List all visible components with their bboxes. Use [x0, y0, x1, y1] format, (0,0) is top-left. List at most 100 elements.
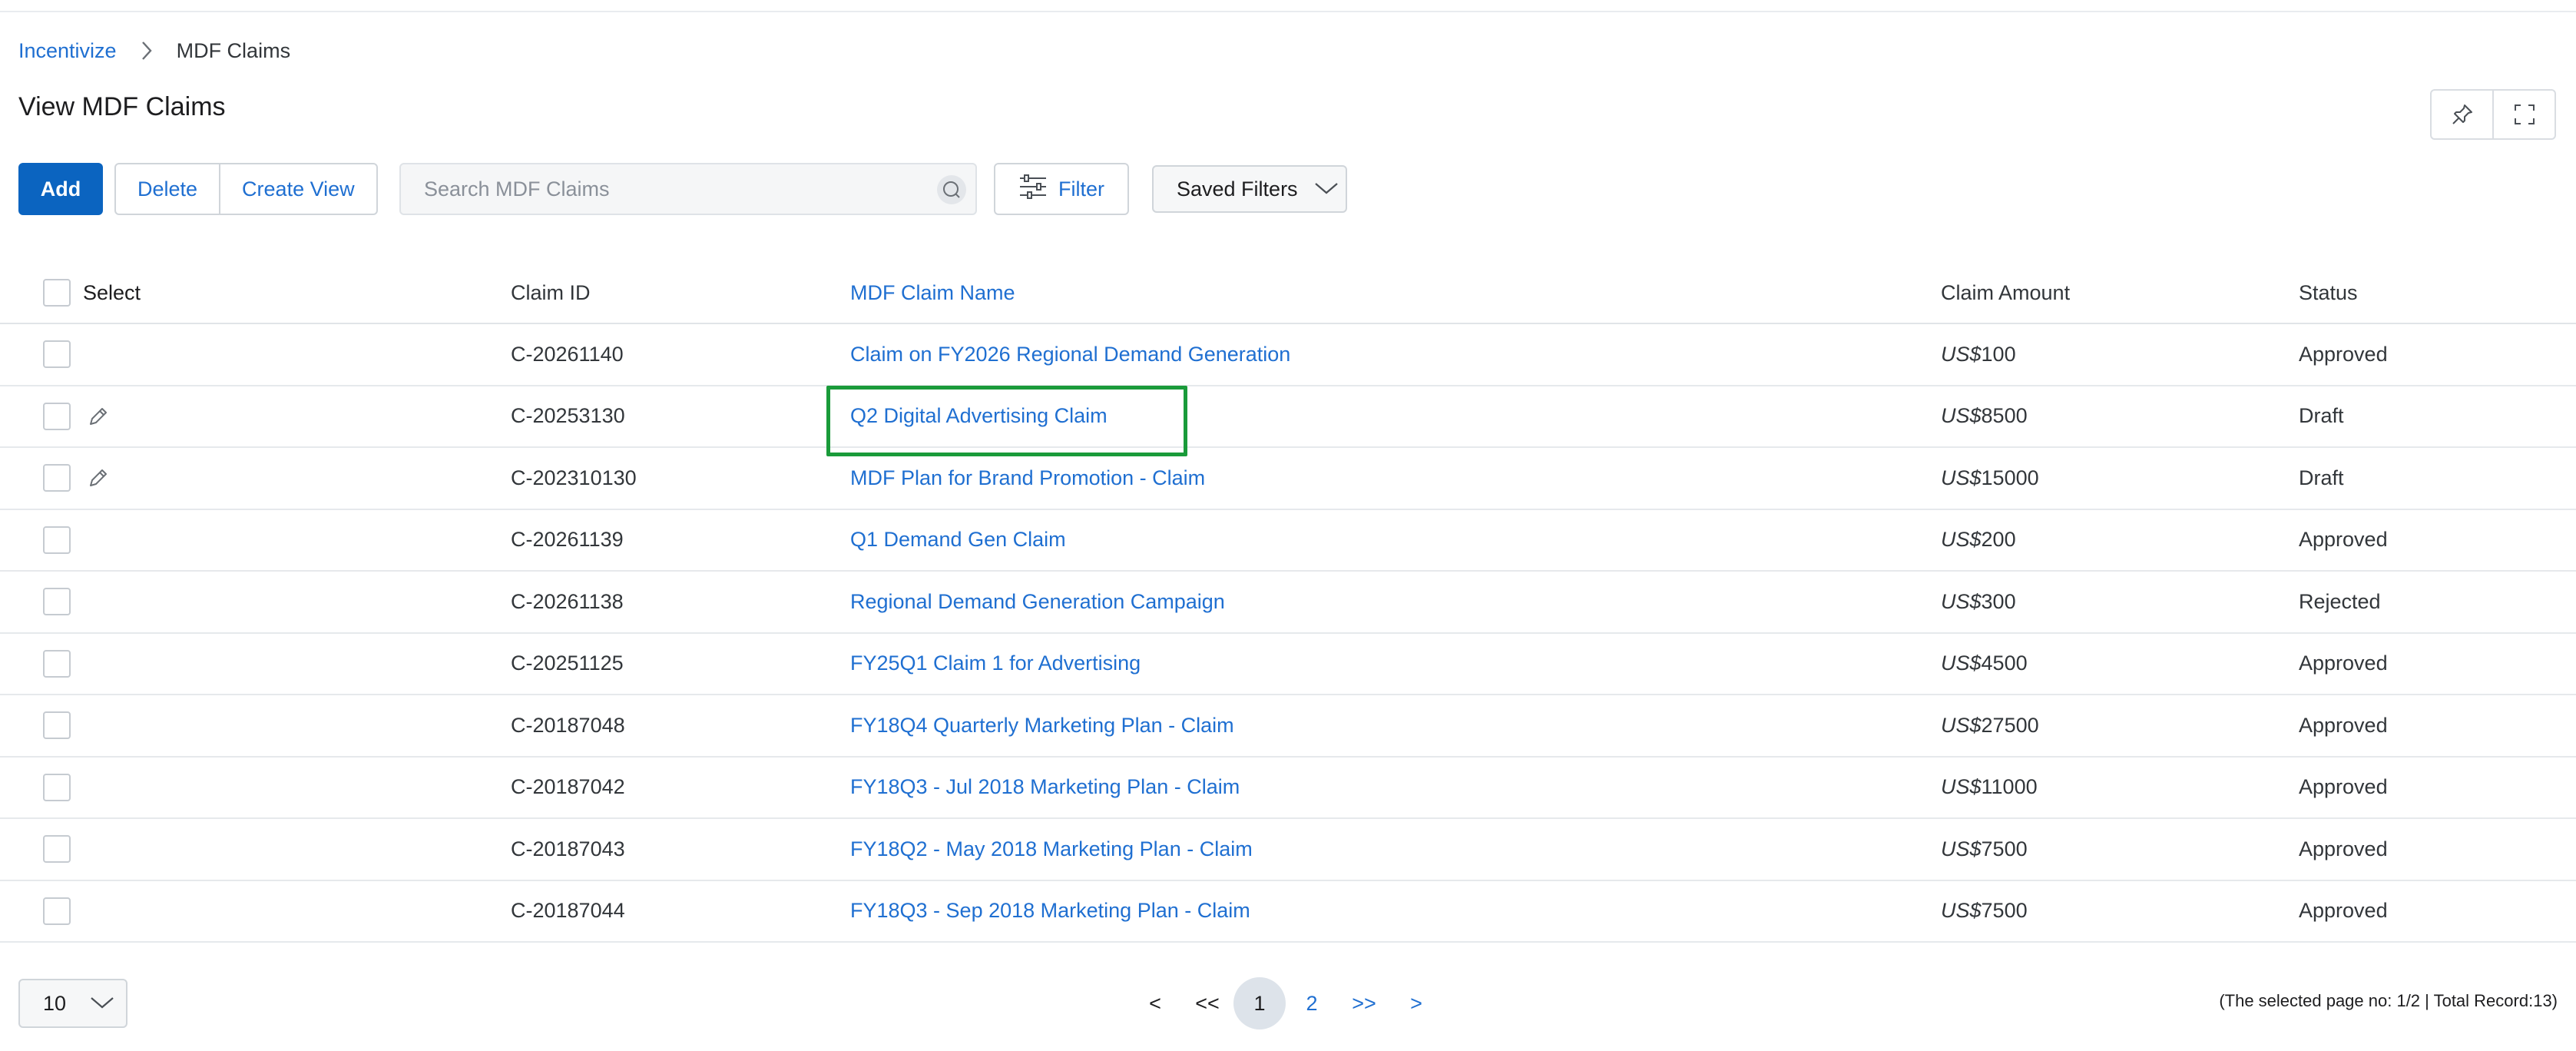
claim-amount: US$ 8500 — [1941, 386, 2028, 447]
row-checkbox[interactable] — [43, 402, 71, 430]
fullscreen-icon[interactable] — [2492, 91, 2554, 138]
row-checkbox[interactable] — [43, 711, 71, 740]
next-page-button[interactable]: >> — [1338, 977, 1390, 1029]
row-select — [43, 572, 71, 632]
select-all: Select — [43, 263, 141, 323]
claim-name-link[interactable]: FY18Q3 - Jul 2018 Marketing Plan - Claim — [850, 758, 1240, 818]
row-select — [43, 386, 111, 447]
claim-name-link[interactable]: Regional Demand Generation Campaign — [850, 572, 1225, 632]
currency-symbol: US$ — [1941, 342, 1982, 366]
amount-value: 300 — [1981, 589, 2016, 613]
select-all-checkbox[interactable] — [43, 279, 71, 307]
table-header: Select Claim ID MDF Claim Name Claim Amo… — [0, 263, 2576, 324]
row-checkbox[interactable] — [43, 340, 71, 369]
currency-symbol: US$ — [1941, 899, 1982, 923]
page-title: View MDF Claims — [18, 92, 226, 121]
pin-icon[interactable] — [2432, 91, 2492, 138]
filter-button[interactable]: Filter — [994, 163, 1129, 215]
table-row: C-20187044 FY18Q3 - Sep 2018 Marketing Pl… — [0, 881, 2576, 943]
row-checkbox[interactable] — [43, 588, 71, 616]
claim-amount: US$ 27500 — [1941, 695, 2039, 756]
table-row: C-202310130 MDF Plan for Brand Promotion … — [0, 448, 2576, 510]
amount-value: 7500 — [1981, 899, 2028, 923]
claim-amount: US$ 100 — [1941, 324, 2016, 385]
row-checkbox[interactable] — [43, 773, 71, 801]
row-select — [43, 819, 71, 880]
table-row: C-20261138 Regional Demand Generation Cam… — [0, 572, 2576, 634]
claims-table: Select Claim ID MDF Claim Name Claim Amo… — [0, 263, 2576, 943]
currency-symbol: US$ — [1941, 589, 1982, 613]
header-select: Select — [83, 280, 141, 304]
filter-label: Filter — [1058, 177, 1104, 201]
currency-symbol: US$ — [1941, 837, 1982, 860]
delete-button[interactable]: Delete — [116, 164, 219, 214]
table-row: C-20251125 FY25Q1 Claim 1 for Advertising… — [0, 634, 2576, 695]
row-select — [43, 634, 71, 695]
claim-status: Approved — [2299, 342, 2388, 366]
claim-id: C-20187048 — [511, 713, 625, 737]
claim-name-link[interactable]: Claim on FY2026 Regional Demand Generati… — [850, 324, 1290, 385]
header-actions — [2430, 89, 2556, 140]
row-select — [43, 324, 71, 385]
claim-id: C-20187042 — [511, 775, 625, 799]
row-checkbox[interactable] — [43, 649, 71, 678]
claim-amount: US$ 7500 — [1941, 881, 2028, 942]
pencil-icon[interactable] — [86, 404, 111, 429]
claim-name-link[interactable]: Q1 Demand Gen Claim — [850, 510, 1066, 571]
row-checkbox[interactable] — [43, 835, 71, 864]
table-body: C-20261140 Claim on FY2026 Regional Deman… — [0, 324, 2576, 943]
currency-symbol: US$ — [1941, 713, 1982, 737]
page-1-button[interactable]: 1 — [1233, 977, 1286, 1029]
amount-value: 200 — [1981, 528, 2016, 552]
search-input[interactable] — [424, 177, 916, 201]
claim-id: C-20187044 — [511, 899, 625, 923]
action-button-group: Delete Create View — [114, 163, 378, 215]
claim-name-link[interactable]: FY18Q2 - May 2018 Marketing Plan - Claim — [850, 819, 1253, 880]
search-icon[interactable] — [937, 175, 966, 204]
first-page-button[interactable]: < — [1129, 977, 1181, 1029]
claim-status: Rejected — [2299, 589, 2381, 613]
pencil-icon[interactable] — [86, 466, 111, 490]
table-row: C-20187048 FY18Q4 Quarterly Marketing Pla… — [0, 695, 2576, 758]
filter-sliders-icon — [1018, 174, 1048, 205]
claim-id: C-20261139 — [511, 528, 624, 552]
header-status[interactable]: Status — [2299, 263, 2358, 323]
page-size-select[interactable]: 10 — [18, 979, 127, 1028]
saved-filters-dropdown[interactable]: Saved Filters — [1152, 165, 1347, 213]
claim-status: Approved — [2299, 837, 2388, 860]
add-button[interactable]: Add — [18, 163, 103, 215]
header-claim-name[interactable]: MDF Claim Name — [850, 263, 1015, 323]
claim-id: C-20261138 — [511, 589, 624, 613]
header-claim-amount[interactable]: Claim Amount — [1941, 263, 2070, 323]
claim-id: C-20251125 — [511, 651, 624, 675]
claim-name-link[interactable]: Q2 Digital Advertising Claim — [850, 386, 1108, 447]
claim-status: Approved — [2299, 775, 2388, 799]
table-row: C-20261140 Claim on FY2026 Regional Deman… — [0, 324, 2576, 386]
chevron-down-icon — [1313, 177, 1339, 201]
claim-status: Approved — [2299, 899, 2388, 923]
table-row: C-20187042 FY18Q3 - Jul 2018 Marketing Pl… — [0, 758, 2576, 819]
claim-amount: US$ 11000 — [1941, 758, 2038, 818]
claim-name-link[interactable]: FY18Q3 - Sep 2018 Marketing Plan - Claim — [850, 881, 1250, 942]
claim-amount: US$ 7500 — [1941, 819, 2028, 880]
breadcrumb-root-link[interactable]: Incentivize — [18, 39, 117, 63]
last-page-button[interactable]: > — [1390, 977, 1442, 1029]
header-claim-id[interactable]: Claim ID — [511, 263, 591, 323]
table-row: C-20253130 Q2 Digital Advertising Claim US… — [0, 386, 2576, 448]
prev-page-button[interactable]: << — [1181, 977, 1233, 1029]
row-checkbox[interactable] — [43, 464, 71, 492]
claim-name-link[interactable]: FY18Q4 Quarterly Marketing Plan - Claim — [850, 695, 1234, 756]
saved-filters-label: Saved Filters — [1177, 177, 1298, 201]
row-checkbox[interactable] — [43, 897, 71, 925]
claim-name-link[interactable]: MDF Plan for Brand Promotion - Claim — [850, 448, 1205, 509]
row-select — [43, 510, 71, 571]
create-view-button[interactable]: Create View — [219, 164, 376, 214]
table-row: C-20187043 FY18Q2 - May 2018 Marketing Pl… — [0, 819, 2576, 881]
claim-amount: US$ 300 — [1941, 572, 2016, 632]
claim-status: Approved — [2299, 528, 2388, 552]
claim-name-link[interactable]: FY25Q1 Claim 1 for Advertising — [850, 634, 1141, 695]
currency-symbol: US$ — [1941, 651, 1982, 675]
row-checkbox[interactable] — [43, 526, 71, 554]
page-2-button[interactable]: 2 — [1286, 977, 1338, 1029]
claim-id: C-202310130 — [511, 466, 637, 489]
